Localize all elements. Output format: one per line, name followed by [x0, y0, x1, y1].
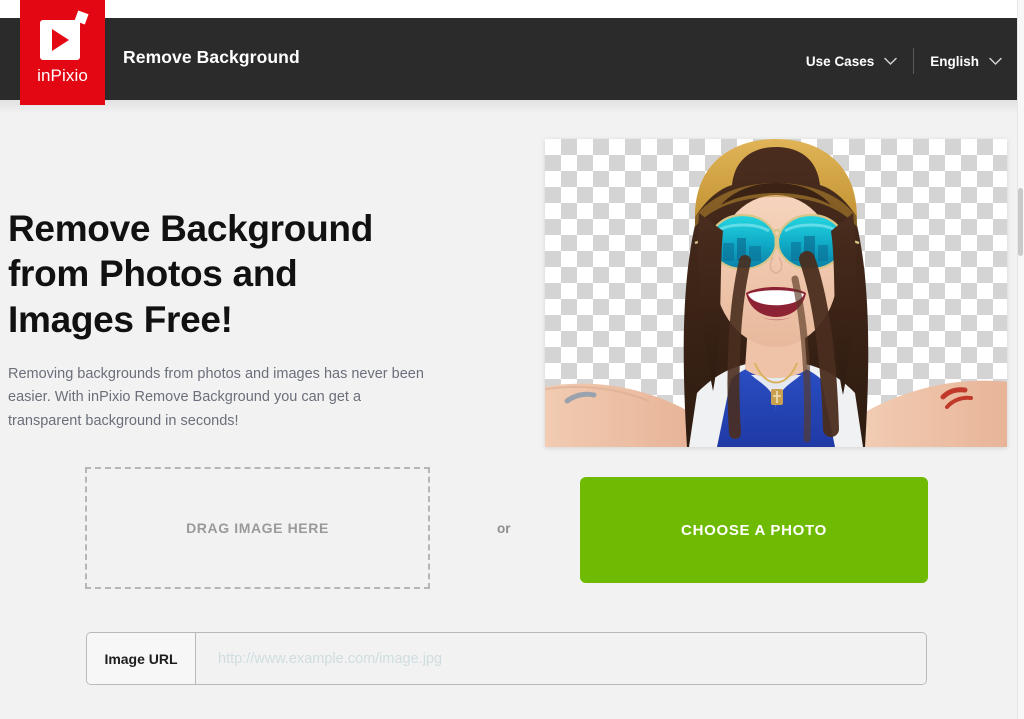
page-title: Remove Background	[123, 47, 300, 67]
nav-separator	[913, 48, 915, 74]
browser-top-strip	[0, 0, 1024, 18]
page-scrollbar-track[interactable]	[1017, 0, 1024, 719]
preview-photo-artwork	[545, 139, 1007, 447]
nav-item-language-label: English	[930, 53, 979, 69]
hero-headline: Remove Background from Photos and Images…	[8, 206, 438, 343]
logo-triangle-shape	[51, 29, 69, 51]
transparent-preview-image	[545, 139, 1007, 447]
nav-item-use-cases[interactable]: Use Cases	[806, 54, 897, 69]
page-scrollbar-thumb[interactable]	[1018, 188, 1023, 256]
choose-a-photo-button[interactable]: CHOOSE A PHOTO	[580, 477, 928, 583]
hero-headline-line-1: Remove Background	[8, 207, 373, 249]
image-url-label: Image URL	[87, 633, 196, 684]
hero-headline-line-3: Images Free!	[8, 298, 233, 340]
chevron-down-icon	[989, 57, 1002, 66]
page-root: inPixio Remove Background Use Cases Engl…	[0, 0, 1024, 719]
image-url-input[interactable]	[196, 633, 926, 684]
chevron-down-icon	[884, 57, 897, 66]
logo-play-icon	[39, 10, 89, 60]
header-shadow-fade	[0, 100, 1017, 114]
hero-headline-line-2: from Photos and	[8, 253, 298, 295]
drag-image-dropzone[interactable]: DRAG IMAGE HERE	[85, 467, 430, 589]
hero-description: Removing backgrounds from photos and ima…	[8, 365, 424, 429]
logo-wordmark: inPixio	[37, 66, 88, 85]
nav-item-language[interactable]: English	[930, 54, 1002, 69]
upload-separator-label: or	[497, 521, 511, 536]
nav-item-use-cases-label: Use Cases	[805, 53, 875, 69]
header-nav: Use Cases English	[806, 48, 1002, 74]
dropzone-label: DRAG IMAGE HERE	[186, 520, 329, 536]
image-url-row: Image URL	[86, 632, 927, 685]
inpixio-logo[interactable]: inPixio	[20, 0, 105, 105]
